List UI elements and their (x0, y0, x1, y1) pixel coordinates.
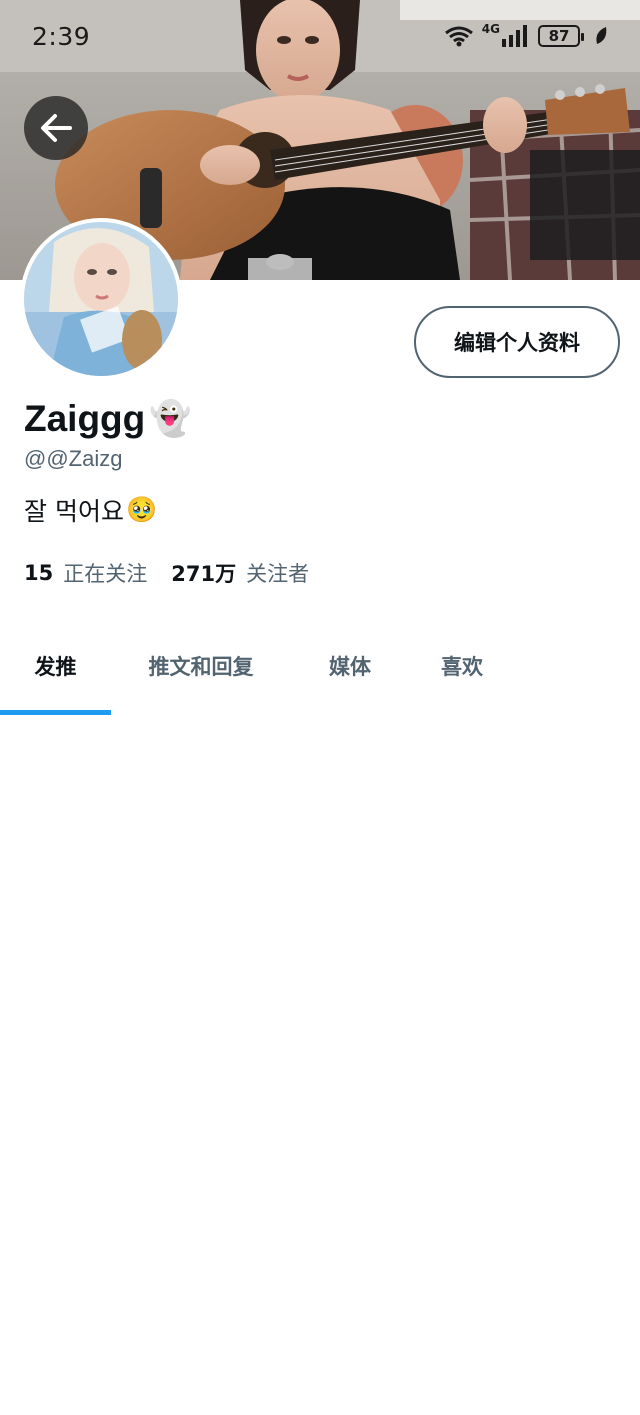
tab-tweets-and-replies[interactable]: 推文和回复 (111, 622, 291, 710)
bio-text: 잘 먹어요 (24, 497, 124, 526)
signal-icon (502, 25, 527, 47)
bio: 잘 먹어요 🥹 (24, 492, 157, 528)
wifi-icon (444, 26, 473, 47)
tab-media[interactable]: 媒体 (291, 622, 409, 710)
follow-stats: 15 正在关注 271万 关注者 (24, 558, 333, 588)
leaf-icon (596, 27, 607, 44)
following-label: 正在关注 (63, 562, 148, 586)
following-stat[interactable]: 15 正在关注 (24, 558, 147, 588)
network-type: 4G (481, 22, 500, 36)
avatar[interactable] (20, 218, 182, 380)
bio-emoji: 🥹 (125, 495, 158, 524)
tab-likes[interactable]: 喜欢 (409, 622, 515, 710)
avatar-photo (24, 222, 178, 376)
followers-count: 271万 (171, 562, 237, 586)
profile-tabs: 发推 推文和回复 媒体 喜欢 (0, 622, 640, 716)
status-time: 2:39 (32, 21, 91, 51)
status-icons: 4G 87 (444, 22, 608, 47)
followers-label: 关注者 (246, 562, 310, 586)
arrow-left-icon (41, 114, 72, 142)
tab-tweets[interactable]: 发推 (0, 622, 111, 710)
ghost-emoji: 👻 (149, 400, 192, 438)
user-handle: @@Zaizg (24, 446, 123, 471)
active-tab-indicator (0, 710, 111, 715)
battery-icon: 87 (538, 25, 584, 47)
following-count: 15 (24, 561, 54, 585)
display-name-text: Zaiggg (24, 398, 146, 439)
back-button[interactable] (24, 96, 88, 160)
status-bar: 2:39 4G 87 (0, 0, 640, 72)
display-name: Zaiggg 👻 (24, 398, 192, 440)
followers-stat[interactable]: 271万 关注者 (171, 558, 309, 588)
edit-profile-button[interactable]: 编辑个人资料 (414, 306, 620, 378)
